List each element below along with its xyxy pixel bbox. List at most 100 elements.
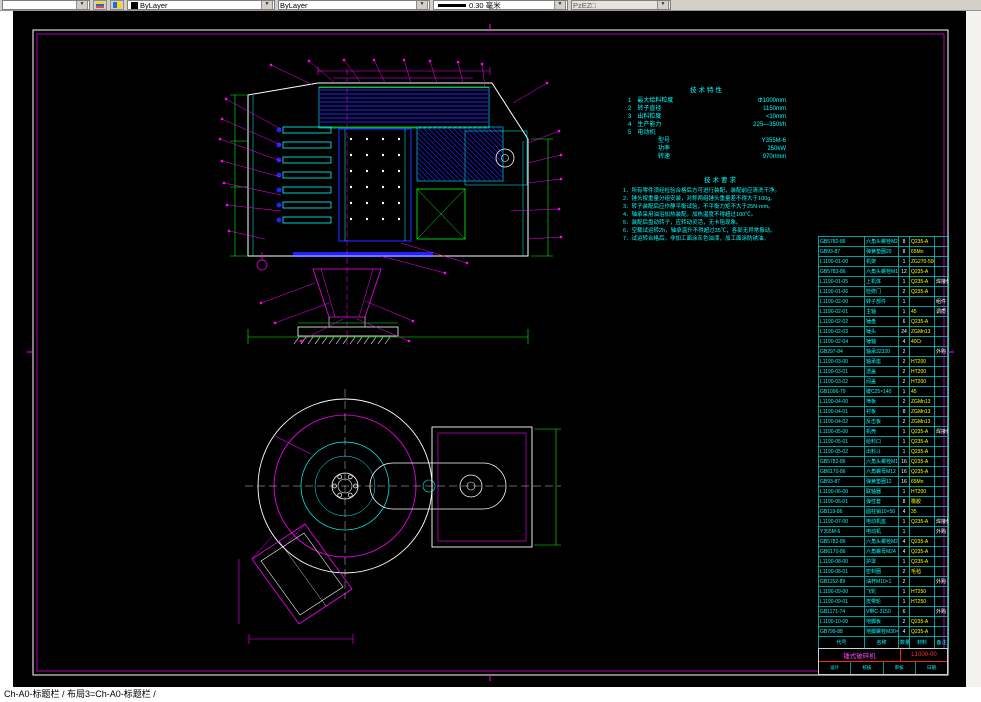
spec-item: 3 出料粒度 <10mm (628, 114, 786, 120)
technical-characteristics-list: 1 最大给料粒度 Φ1000mm 2 转子直径 1150mm 3 出料粒度 <10mm 4 … (628, 97, 786, 161)
requirement-item: 5．装配后盘动转子，应转动灵活，无卡阻现象。 (623, 220, 742, 226)
parts-list-table: GB5782-86六角头螺栓M20×808Q235-AGB93-87弹簧垫圈20… (818, 236, 949, 649)
layer-control[interactable]: ▼ (2, 0, 90, 10)
spec-motor-item: 功率 250kW (658, 146, 786, 152)
dimension-lines-magenta (238, 67, 491, 644)
bom-row: L1190-05-01 给料口 1 Q235-A (818, 436, 949, 447)
bom-row: L1190-01-00 机架 1 ZG270-500 (818, 256, 949, 267)
lineweight-preview-icon (438, 3, 466, 7)
bom-row: GB93-87 弹簧垫圈12 16 65Mn (818, 476, 949, 487)
bom-row: L1190-03-00 轴承座 2 HT200 (818, 356, 949, 367)
requirement-item: 3．转子装配后应作静平衡试验，不平衡力矩不大于25N·mm。 (623, 204, 774, 210)
linetype-control[interactable]: ByLayer ▼ (278, 0, 430, 10)
chevron-down-icon[interactable]: ▼ (416, 1, 428, 9)
bom-row: GB6170-86 六角螺母M24 4 Q235-A (818, 546, 949, 557)
title-block: 锤式破碎机 L1000-00 设计 校核 审核 日期 (818, 648, 948, 675)
chevron-down-icon[interactable]: ▼ (554, 1, 566, 9)
bom-row: GB5783-86六角头螺栓M16×5012Q235-A (818, 266, 949, 277)
bom-row: GB799-88地脚螺栓M30×4004Q235-A (818, 626, 949, 637)
ground-hatch (293, 336, 391, 345)
technical-requirements-list: 1．所有零件须经检验合格后方可进行装配，装配前应清洗干净。 2．锤头按重量分组安装… (623, 187, 819, 243)
layers-icon (96, 2, 104, 8)
bom-row: GB1171-74 V带C-3150 6 外购 (818, 606, 949, 617)
make-object-layer-button[interactable] (110, 0, 124, 10)
rotor-bolt-pattern (349, 137, 401, 221)
lineweight-control-value: 0.30 毫米 (469, 0, 501, 10)
requirement-item: 2．锤头按重量分组安装，对称两组锤头重量差不得大于100g。 (623, 196, 776, 202)
bom-row: L1190-09-01 皮带轮 1 HT250 (818, 596, 949, 607)
bom-row: GB93-87 弹簧垫圈20 8 65Mn (818, 246, 949, 257)
bom-row: L1190-06-00 联轴器 1 HT200 (818, 486, 949, 497)
bom-row: L1190-02-01 主轴 1 45 调质 (818, 306, 949, 317)
hammer-rows (276, 126, 332, 224)
bom-row: GB5782-86六角头螺栓M24×1004Q235-A (818, 536, 949, 547)
signature-label: 审核 (884, 662, 916, 674)
linetype-control-value: ByLayer (280, 0, 308, 10)
layer-properties-button[interactable] (93, 0, 107, 10)
bom-row: L1190-04-01 衬板 8 ZGMn13 (818, 406, 949, 417)
requirement-item: 6．空载试运转2h，轴承温升不得超过35℃，各部无异常振动。 (623, 228, 776, 234)
color-swatch-icon (131, 1, 138, 9)
bom-row: L1190-02-00 转子部件 1 组件 (818, 296, 949, 307)
chevron-down-icon[interactable]: ▼ (76, 1, 88, 9)
sheet-frame (27, 24, 954, 681)
product-name: 锤式破碎机 (843, 653, 876, 660)
dimension-lines-green (230, 94, 561, 546)
color-control[interactable]: ByLayer ▼ (127, 0, 275, 10)
bom-row: L1190-08-00 护罩 1 Q235-A (818, 556, 949, 567)
plotstyle-control-value: PzEZ□ (573, 0, 596, 10)
bom-row: L1190-02-02 锤盘 6 Q235-A (818, 316, 949, 327)
bom-row: L1190-03-02 闷盖 2 HT200 (818, 376, 949, 387)
technical-characteristics-title: 技术特性 (690, 87, 724, 94)
requirement-item: 7．试运转合格后，非加工面涂灰色油漆，加工面涂防锈油。 (623, 236, 770, 242)
spec-motor-item: 型号 Y355M-6 (658, 138, 786, 144)
chevron-down-icon[interactable]: ▼ (261, 1, 273, 9)
layer-match-icon (113, 2, 121, 8)
bom-row: L1190-01-06 检修门 2 Q235-A (818, 286, 949, 297)
bom-row: L1190-07-00电动机座1Q235-A焊接件 (818, 516, 949, 527)
layout-tab-bar[interactable]: Ch-A0-标题栏 / 布局3=Ch-A0-标题栏 / (0, 687, 981, 702)
bom-row: L1190-01-05上机体1Q235-A焊接件 (818, 276, 949, 287)
canvas-right-margin (966, 11, 981, 687)
signature-label: 校核 (851, 662, 884, 674)
bom-row: GB6170-86 六角螺母M12 16 Q235-A (818, 466, 949, 477)
spec-item: 4 生产能力 225—350t/h (628, 122, 786, 128)
spec-motor-item: 转速 970r/min (658, 154, 786, 160)
bom-row: L1190-08-01 密封圈 2 毛毡 (818, 566, 949, 577)
chevron-down-icon[interactable]: ▼ (657, 1, 669, 9)
front-section-view (247, 69, 529, 345)
bom-row: L1190-10-00 地脚板 2 Q235-A (818, 616, 949, 627)
bom-row: GB1152-89 油杯M10×1 2 外购 (818, 576, 949, 587)
plan-view (245, 389, 561, 625)
bom-row: L1190-09-00 飞轮 1 HT250 (818, 586, 949, 597)
layout-tab-text[interactable]: Ch-A0-标题栏 / 布局3=Ch-A0-标题栏 / (4, 689, 156, 699)
requirement-item: 4．轴承采用油浴加热装配，加热温度不得超过100℃。 (623, 212, 757, 218)
color-control-value: ByLayer (140, 0, 168, 10)
bom-row: GB5782-86六角头螺栓M12×4016Q235-A (818, 456, 949, 467)
bom-row: L1190-02-04 锤轴 4 40Cr (818, 336, 949, 347)
bom-row: L1190-06-01 弹性套 8 橡胶 (818, 496, 949, 507)
bom-row: L1190-02-03 锤头 24 ZGMn13 (818, 326, 949, 337)
plotstyle-control[interactable]: PzEZ□ ▼ (571, 0, 671, 10)
model-space-canvas[interactable]: 技术特性 1 最大给料粒度 Φ1000mm 2 转子直径 1150mm 3 出料粒度 <1… (13, 11, 966, 687)
spec-item: 2 转子直径 1150mm (628, 106, 786, 112)
bom-row: GB297-84 轴承32320 2 外购 (818, 346, 949, 357)
signature-label: 设计 (819, 662, 852, 674)
signature-label: 日期 (926, 665, 936, 670)
technical-requirements-block: 技术要求 1．所有零件须经检验合格后方可进行装配，装配前应清洗干净。 2．锤头按重… (623, 177, 819, 243)
bom-row: L1190-05-00机壳1Q235-A焊接件 (818, 426, 949, 437)
object-properties-toolbar: ▼ ByLayer ▼ ByLayer ▼ 0.30 毫米 ▼ PzEZ□ ▼ (0, 0, 981, 11)
technical-characteristics-block: 技术特性 1 最大给料粒度 Φ1000mm 2 转子直径 1150mm 3 出料粒度 <1… (628, 87, 786, 161)
lineweight-control[interactable]: 0.30 毫米 ▼ (433, 0, 568, 10)
bom-row: Y355M-6 电动机 1 外购 (818, 526, 949, 537)
bom-row: L1190-03-01 透盖 2 HT200 (818, 366, 949, 377)
technical-requirements-title: 技术要求 (704, 177, 738, 184)
bom-row: GB119-86 圆柱销10×50 4 35 (818, 506, 949, 517)
spec-item: 1 最大给料粒度 Φ1000mm (628, 98, 786, 104)
spec-item: 5 电动机 (628, 130, 656, 136)
feed-grate-bars (319, 87, 489, 128)
part-callout-leaders (218, 58, 563, 343)
bom-row: L1190-05-02 出料斗 1 Q235-A (818, 446, 949, 457)
bom-row: L1190-04-02 反击板 2 ZGMn13 (818, 416, 949, 427)
requirement-item: 1．所有零件须经检验合格后方可进行装配，装配前应清洗干净。 (623, 188, 781, 194)
